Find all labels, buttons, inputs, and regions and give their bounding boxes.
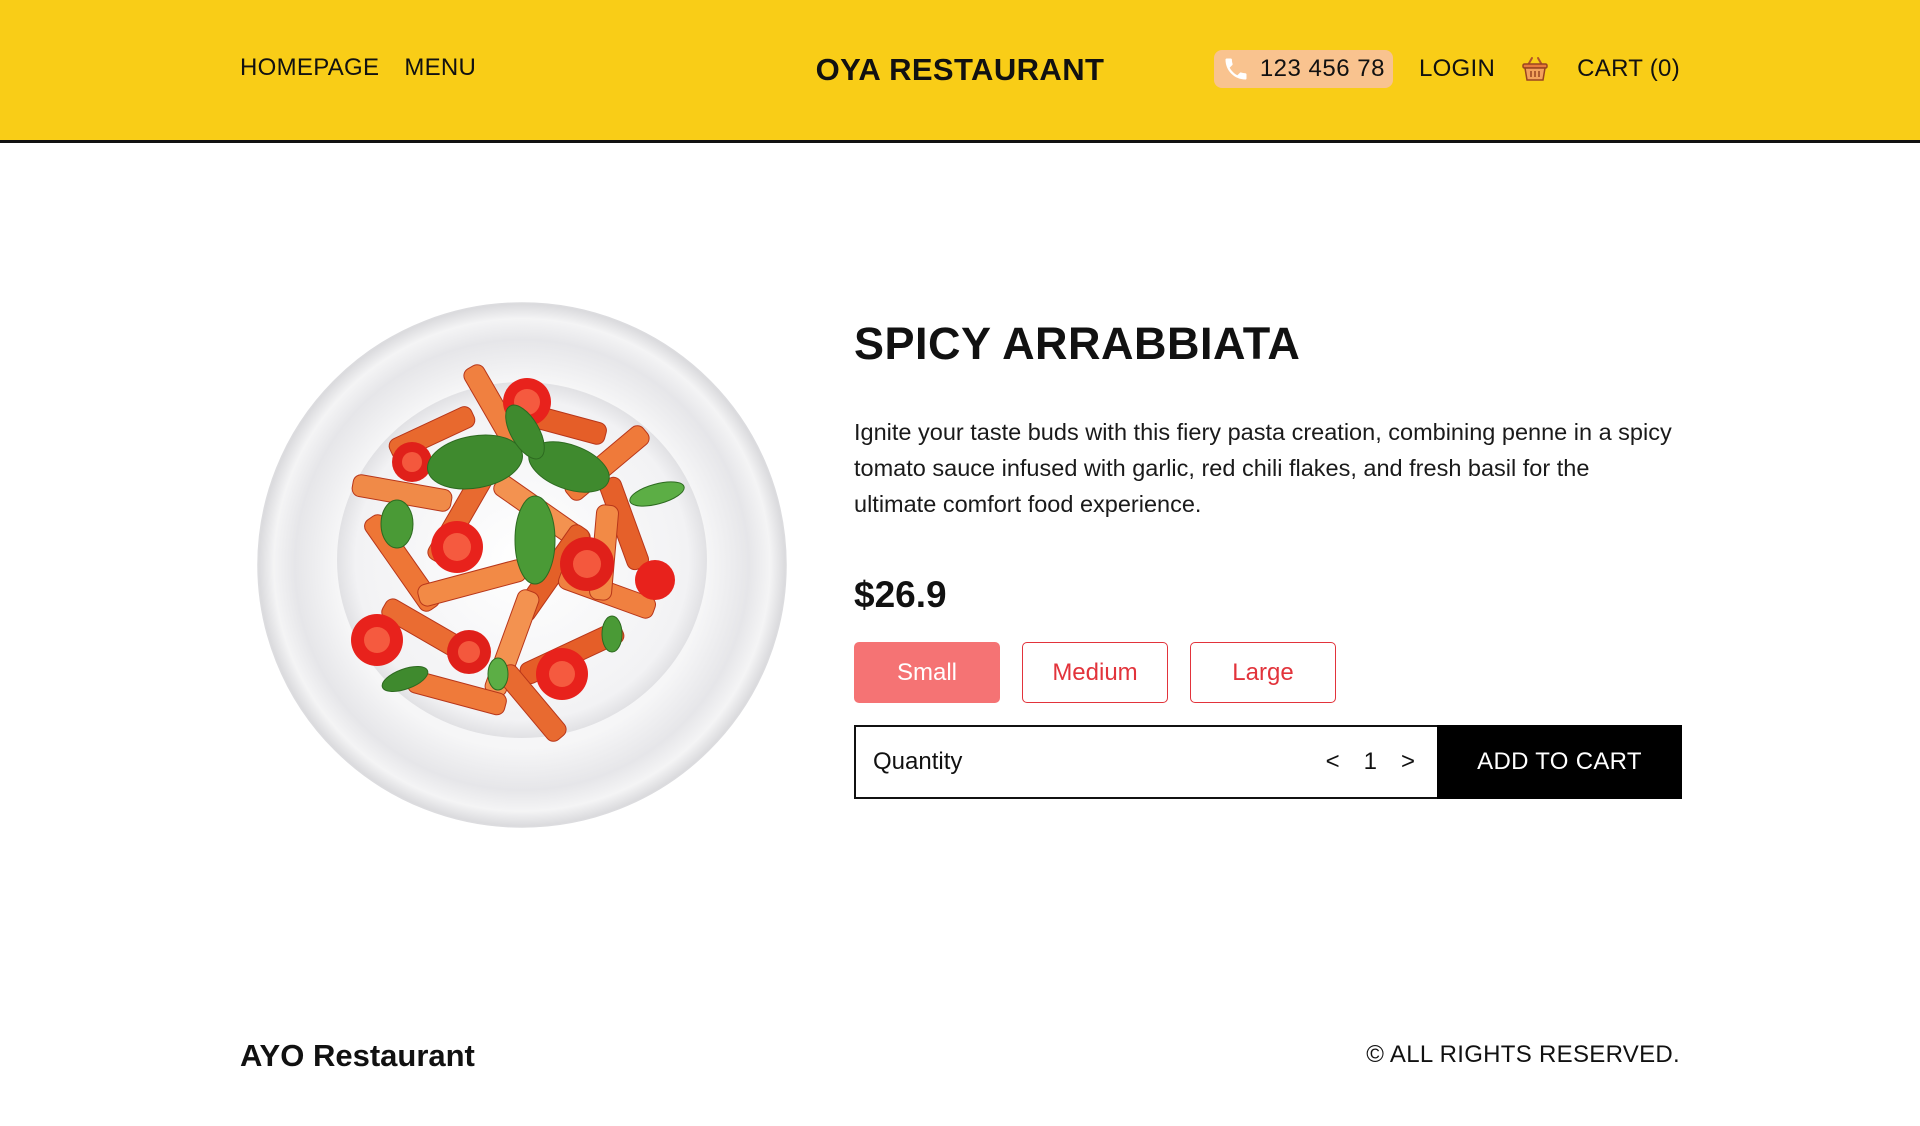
product-price: $26.9: [854, 574, 947, 615]
pasta-dish-image: [257, 302, 787, 828]
phone-number: 123 456 78: [1259, 55, 1385, 82]
nav-link-homepage[interactable]: HOMEPAGE: [240, 54, 379, 82]
phone-icon: [1222, 55, 1250, 83]
size-large-button[interactable]: Large: [1190, 642, 1336, 703]
nav-link-menu[interactable]: MENU: [404, 54, 476, 82]
footer-copyright: © ALL RIGHTS RESERVED.: [1366, 1041, 1680, 1068]
quantity-label: Quantity: [873, 748, 963, 775]
product-title: SPICY ARRABBIATA: [854, 318, 1301, 369]
size-options: Small Medium Large: [854, 642, 1684, 703]
footer-brand: AYO Restaurant: [240, 1038, 475, 1073]
login-link[interactable]: LOGIN: [1419, 55, 1495, 83]
add-to-cart-row: Quantity < 1 > ADD TO CART: [854, 725, 1682, 799]
size-medium-button[interactable]: Medium: [1022, 642, 1168, 703]
header-actions: 123 456 78 LOGIN CART (0): [1213, 50, 1680, 88]
product-details: SPICY ARRABBIATA Ignite your taste buds …: [854, 318, 1684, 799]
quantity-stepper: Quantity < 1 >: [854, 725, 1437, 799]
product-description: Ignite your taste buds with this fiery p…: [854, 419, 1672, 517]
decrement-button[interactable]: <: [1324, 748, 1342, 776]
phone-contact[interactable]: 123 456 78: [1213, 50, 1393, 88]
add-to-cart-button[interactable]: ADD TO CART: [1437, 725, 1682, 799]
quantity-value: 1: [1363, 748, 1377, 775]
cart-link[interactable]: CART (0): [1577, 55, 1680, 83]
main-nav: HOMEPAGE MENU: [240, 54, 476, 82]
size-small-button[interactable]: Small: [854, 642, 1000, 703]
basket-icon[interactable]: [1519, 53, 1551, 85]
quantity-controls: < 1 >: [1324, 748, 1417, 776]
increment-button[interactable]: >: [1399, 748, 1417, 776]
site-header: HOMEPAGE MENU OYA RESTAURANT 123 456 78 …: [0, 0, 1920, 143]
